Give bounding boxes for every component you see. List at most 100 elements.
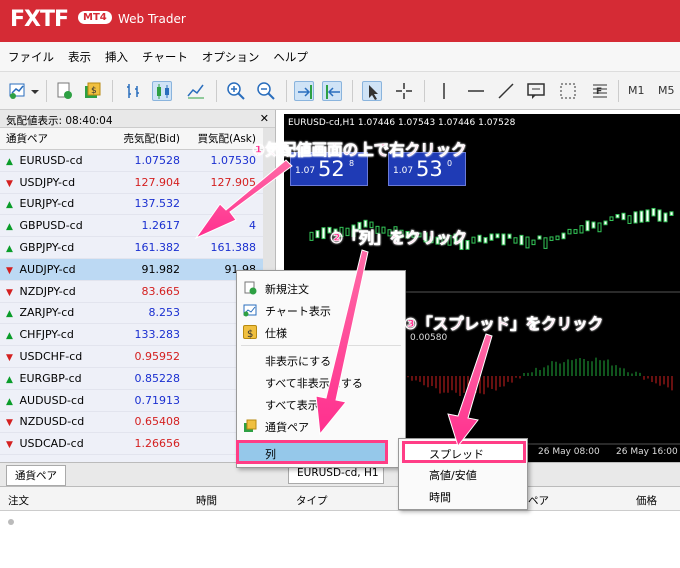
- table-row[interactable]: ▼ NZDJPY-cd83.66583: [0, 281, 275, 303]
- table-row[interactable]: ▲ EURGBP-cd0.852280.8: [0, 368, 275, 390]
- new-order-icon: [243, 281, 257, 295]
- bid-cell: 91.982: [141, 262, 181, 276]
- table-row[interactable]: ▼ USDCHF-cd0.959520.9: [0, 346, 275, 368]
- symbol-cell: ▲ GBPUSD-cd: [6, 219, 83, 233]
- period-m5[interactable]: M5: [658, 84, 675, 97]
- text-label-icon[interactable]: [526, 81, 546, 101]
- terminal-header: 注文 時間 タイプ ペア 価格: [0, 487, 680, 511]
- vertical-line-icon[interactable]: [434, 81, 454, 101]
- table-row[interactable]: ▲ AUDUSD-cd0.719130.7: [0, 390, 275, 412]
- symbol-cell: ▲ AUDUSD-cd: [6, 393, 85, 407]
- menu-file[interactable]: ファイル: [8, 49, 54, 65]
- table-row[interactable]: ▼ USDJPY-cd 127.904 127.905: [0, 172, 275, 194]
- table-row[interactable]: ▼ AUDJPY-cd91.98291.98: [0, 258, 275, 281]
- table-row[interactable]: ▼ USDCAD-cd1.266561.2: [0, 433, 275, 456]
- arrow-up-icon: ▲: [6, 222, 13, 233]
- auto-scroll-icon[interactable]: [294, 81, 314, 101]
- bid-cell: 133.283: [134, 328, 181, 342]
- line-chart-icon[interactable]: [186, 81, 206, 101]
- chart-icon: [243, 303, 257, 317]
- column-symbol[interactable]: 通貨ペア: [0, 131, 102, 146]
- bid-cell: 83.665: [141, 284, 181, 298]
- submenu-item-spread[interactable]: スプレッド: [402, 441, 526, 463]
- column-order[interactable]: 注文: [8, 493, 29, 508]
- bid-cell: 0.71913: [134, 393, 181, 407]
- menu-bar: ファイル 表示 挿入 チャート オプション ヘルプ: [0, 42, 680, 72]
- brand-logo: FXTF: [10, 7, 69, 32]
- column-bid[interactable]: 売気配(Bid): [102, 131, 182, 146]
- table-row[interactable]: ▲ EURJPY-cd 137.532: [0, 194, 275, 216]
- trendline-icon[interactable]: [496, 81, 516, 101]
- bid-cell: 1.26656: [134, 437, 181, 451]
- arrow-up-icon: ▲: [6, 374, 13, 385]
- table-row[interactable]: ▼ NZDUSD-cd0.654080.6: [0, 412, 275, 434]
- arrow-down-icon: ▼: [6, 178, 13, 189]
- symbol-cell: ▼ NZDJPY-cd: [6, 284, 76, 298]
- column-price[interactable]: 価格: [636, 493, 657, 508]
- menu-help[interactable]: ヘルプ: [273, 49, 308, 65]
- annotation-step1: ①気配値画面の上で右クリック: [252, 141, 467, 160]
- symbol-cell: ▼ NZDUSD-cd: [6, 415, 85, 429]
- submenu-item-time[interactable]: 時間: [399, 485, 527, 507]
- submenu-item-high-low[interactable]: 高値/安値: [399, 463, 527, 485]
- column-pair[interactable]: ペア: [528, 493, 549, 508]
- menu-insert[interactable]: 挿入: [105, 49, 128, 65]
- arrow-down-icon: ▼: [6, 353, 13, 364]
- toolbar: $ F M1 M5: [0, 72, 680, 110]
- column-type[interactable]: タイプ: [296, 493, 328, 508]
- symbol-cell: ▲ ZARJPY-cd: [6, 306, 75, 320]
- market-watch-header: 通貨ペア 売気配(Bid) 買気配(Ask): [0, 128, 275, 150]
- bid-cell: 8.253: [148, 306, 181, 320]
- dropdown-arrow-icon[interactable]: [30, 81, 40, 101]
- table-row[interactable]: ▲ CHFJPY-cd133.28313: [0, 324, 275, 347]
- money-icon[interactable]: $: [82, 81, 102, 101]
- bid-cell: 1.2617: [141, 219, 181, 233]
- candlestick-icon[interactable]: [152, 81, 172, 101]
- product-name: Web Trader: [118, 12, 186, 26]
- menu-item-specification[interactable]: $ 仕様: [237, 321, 405, 343]
- market-watch-panel[interactable]: 気配値表示: 08:40:04 ✕ 通貨ペア 売気配(Bid) 買気配(Ask)…: [0, 110, 276, 462]
- menu-item-show-all[interactable]: すべて表示: [237, 393, 405, 415]
- table-row[interactable]: ▲ GBPUSD-cd 1.2617 4: [0, 215, 275, 238]
- cursor-icon[interactable]: [362, 81, 382, 101]
- menu-item-symbols[interactable]: 通貨ペア: [237, 415, 405, 437]
- menu-item-hide[interactable]: 非表示にする: [237, 349, 405, 371]
- time-label-1: 26 May 08:00: [538, 447, 600, 457]
- column-time[interactable]: 時間: [196, 493, 217, 508]
- table-row[interactable]: ▲ ZARJPY-cd8.2538: [0, 303, 275, 325]
- menu-item-columns[interactable]: 列: [236, 440, 388, 464]
- zoom-out-icon[interactable]: [256, 81, 276, 101]
- menu-chart[interactable]: チャート: [142, 49, 188, 65]
- menu-item-hide-all[interactable]: すべて非表示にする: [237, 371, 405, 393]
- table-row[interactable]: ▲ GBPJPY-cd 161.382 161.388: [0, 237, 275, 259]
- terminal-panel: 注文 時間 タイプ ペア 価格: [0, 486, 680, 568]
- chart-shift-icon[interactable]: [322, 81, 342, 101]
- close-icon[interactable]: ✕: [260, 112, 269, 125]
- bid-cell: 137.532: [134, 197, 181, 211]
- tab-currency-pairs[interactable]: 通貨ペア: [6, 465, 66, 486]
- dollar-icon: $: [243, 325, 257, 340]
- symbol-cell: ▼ USDCAD-cd: [6, 437, 84, 451]
- grid-dots-icon[interactable]: [558, 81, 578, 101]
- indicator-value: 0.00580: [410, 333, 447, 343]
- arrow-up-icon: ▲: [6, 156, 13, 167]
- table-row[interactable]: ▲ EURUSD-cd 1.07528 1.07530: [0, 150, 275, 172]
- svg-text:F: F: [596, 87, 602, 97]
- symbol-cell: ▼ AUDJPY-cd: [6, 262, 76, 276]
- crosshair-icon[interactable]: [394, 81, 414, 101]
- column-ask[interactable]: 買気配(Ask): [182, 131, 260, 146]
- context-menu: 新規注文 チャート表示 $ 仕様 非表示にする すべて非表示にする すべて表示 …: [236, 270, 406, 468]
- menu-item-new-order[interactable]: 新規注文: [237, 277, 405, 299]
- bar-chart-icon[interactable]: [124, 81, 144, 101]
- fibonacci-icon[interactable]: F: [590, 81, 610, 101]
- menu-options[interactable]: オプション: [202, 49, 260, 65]
- period-m1[interactable]: M1: [628, 84, 645, 97]
- zoom-in-icon[interactable]: [226, 81, 246, 101]
- arrow-down-icon: ▼: [6, 440, 13, 451]
- new-chart-icon[interactable]: [8, 81, 28, 101]
- new-order-icon[interactable]: [54, 81, 74, 101]
- horizontal-line-icon[interactable]: [466, 81, 486, 101]
- menu-item-show-chart[interactable]: チャート表示: [237, 299, 405, 321]
- bid-cell: 0.85228: [134, 371, 181, 385]
- menu-view[interactable]: 表示: [68, 49, 91, 65]
